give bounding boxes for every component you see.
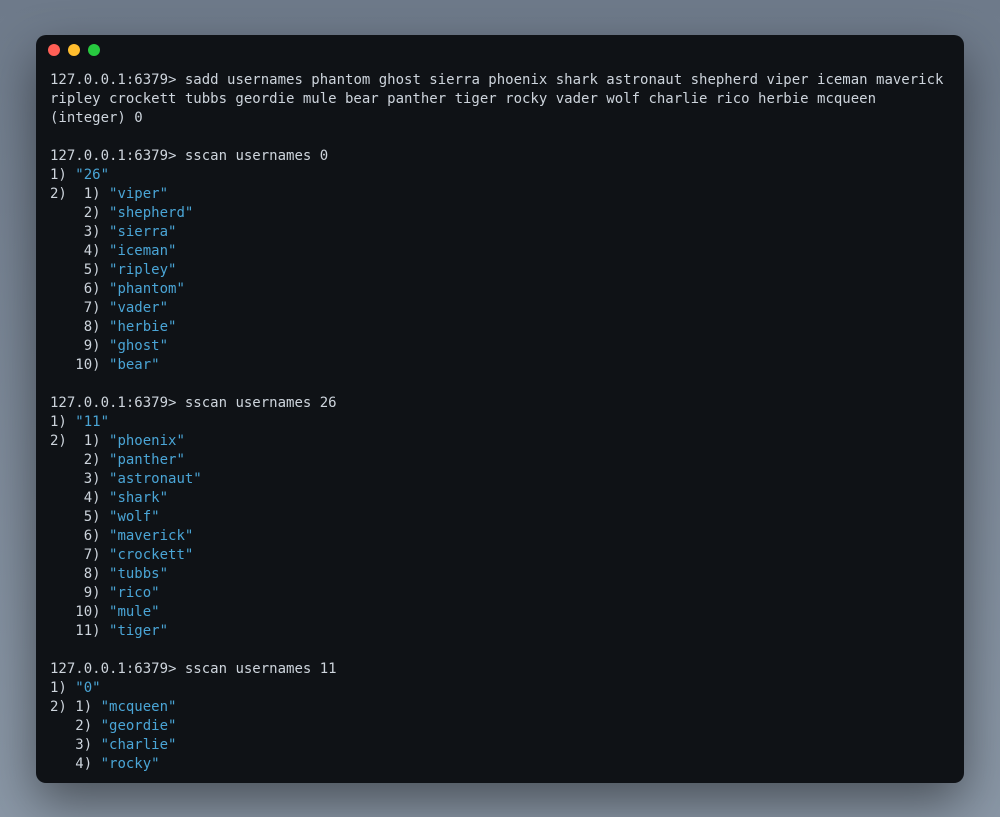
cursor-value: "0": [75, 680, 100, 696]
result-integer: (integer) 0: [50, 110, 143, 126]
list-item: "tubbs": [109, 566, 168, 582]
list-item: "iceman": [109, 243, 176, 259]
minimize-icon[interactable]: [68, 44, 80, 56]
list-item: "phantom": [109, 281, 185, 297]
cursor-value: "11": [75, 414, 109, 430]
command-text: sscan usernames 0: [176, 148, 328, 164]
list-item: "phoenix": [109, 433, 185, 449]
list-item: "maverick": [109, 528, 193, 544]
list-item: "tiger": [109, 623, 168, 639]
command-text: ripley crockett tubbs geordie mule bear …: [50, 91, 876, 107]
command-text: sscan usernames 11: [176, 661, 336, 677]
terminal-output[interactable]: 127.0.0.1:6379> sadd usernames phantom g…: [36, 65, 964, 783]
list-item: "sierra": [109, 224, 176, 240]
zoom-icon[interactable]: [88, 44, 100, 56]
list-item: "panther": [109, 452, 185, 468]
list-item: "shepherd": [109, 205, 193, 221]
list-item: "mcqueen": [101, 699, 177, 715]
list-item: "geordie": [101, 718, 177, 734]
list-item: "rico": [109, 585, 160, 601]
list-item: "bear": [109, 357, 160, 373]
list-item: "mule": [109, 604, 160, 620]
close-icon[interactable]: [48, 44, 60, 56]
titlebar: [36, 35, 964, 65]
list-item: "shark": [109, 490, 168, 506]
command-text: sadd usernames phantom ghost sierra phoe…: [176, 72, 943, 88]
list-item: "vader": [109, 300, 168, 316]
cursor-value: "26": [75, 167, 109, 183]
prompt: 127.0.0.1:6379>: [50, 72, 176, 88]
prompt: 127.0.0.1:6379>: [50, 661, 176, 677]
list-item: "viper": [109, 186, 168, 202]
list-item: "charlie": [101, 737, 177, 753]
list-item: "ripley": [109, 262, 176, 278]
list-item: "herbie": [109, 319, 176, 335]
prompt: 127.0.0.1:6379>: [50, 395, 176, 411]
prompt: 127.0.0.1:6379>: [50, 148, 176, 164]
terminal-window: 127.0.0.1:6379> sadd usernames phantom g…: [36, 35, 964, 783]
list-item: "crockett": [109, 547, 193, 563]
list-item: "rocky": [101, 756, 160, 772]
command-text: sscan usernames 26: [176, 395, 336, 411]
list-item: "wolf": [109, 509, 160, 525]
list-item: "ghost": [109, 338, 168, 354]
list-item: "astronaut": [109, 471, 202, 487]
